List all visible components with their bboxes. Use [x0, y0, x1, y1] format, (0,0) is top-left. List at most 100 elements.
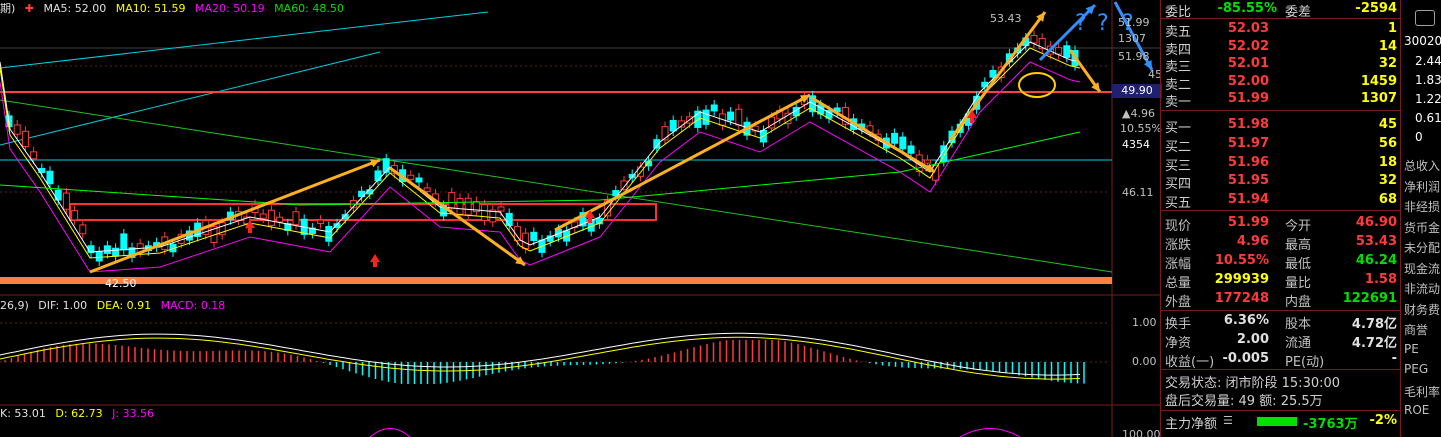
- finance-menu-item[interactable]: 现金流: [1404, 260, 1440, 277]
- finance-axis-value: 0: [1415, 130, 1423, 144]
- finance-menu-item[interactable]: 商誉: [1404, 321, 1428, 338]
- ask-price: 52.01: [1227, 56, 1269, 72]
- finance-menu-item[interactable]: 总收入: [1404, 157, 1440, 174]
- ma-toggle-icon[interactable]: ✚: [25, 2, 34, 15]
- stat-label: 涨幅: [1165, 257, 1192, 272]
- bid-price: 51.98: [1227, 117, 1269, 132]
- list-icon[interactable]: ☰: [1223, 414, 1233, 427]
- stat-value: 299939: [1214, 272, 1269, 287]
- ma-legend-bar: 期) ✚ MA5: 52.00 MA10: 51.59 MA20: 50.19 …: [0, 0, 350, 15]
- candle: [989, 69, 997, 78]
- monitor-icon[interactable]: [1415, 10, 1435, 26]
- ask-level-label: 卖一: [1165, 95, 1192, 111]
- ask-row[interactable]: 卖二 52.00 1459: [1161, 73, 1401, 93]
- stat-label: 最高: [1285, 238, 1312, 253]
- k-label: K: 53.01: [0, 407, 46, 420]
- candle: [95, 251, 103, 262]
- macd-legend-bar: 26,9) DIF: 1.00 DEA: 0.91 MACD: 0.18: [0, 299, 231, 312]
- bid-row[interactable]: 买二 51.97 56: [1161, 135, 1401, 155]
- stat-row: 总量 299939 量比 1.58: [1161, 272, 1401, 291]
- stat-label: 外盘: [1165, 295, 1192, 310]
- kline-chart-canvas[interactable]: ???: [0, 0, 1160, 437]
- finance-menu-item[interactable]: ROE: [1404, 403, 1429, 417]
- quote-panel: 委比 -85.55% 委差 -2594 卖五 52.03 1 卖四 52.02 14 卖三 5…: [1160, 0, 1401, 437]
- finance-menu-item[interactable]: 净利润: [1404, 178, 1440, 195]
- candle: [374, 170, 382, 182]
- ask-row[interactable]: 卖四 52.02 14: [1161, 39, 1401, 58]
- stat-value: -: [1391, 351, 1397, 366]
- ask-price: 51.99: [1227, 91, 1269, 107]
- candle: [735, 108, 743, 126]
- finance-axis-value: 1.22: [1415, 92, 1441, 106]
- finance-menu-item[interactable]: 财务费: [1404, 301, 1440, 318]
- candle: [497, 206, 505, 212]
- finance-menu-item[interactable]: 非流动: [1404, 280, 1440, 297]
- ask-row[interactable]: 卖一 51.99 1307: [1161, 91, 1401, 111]
- finance-menu-item[interactable]: 未分配: [1404, 239, 1440, 256]
- kline-chart-area[interactable]: ??? 期) ✚ MA5: 52.00 MA10: 51.59 MA20: 50…: [0, 0, 1162, 437]
- candle: [13, 124, 21, 135]
- stat-label: 收益(一): [1165, 355, 1215, 370]
- divider: [1161, 310, 1401, 311]
- stat-label: 净资: [1165, 336, 1192, 351]
- bid-row[interactable]: 买一 51.98 45: [1161, 117, 1401, 136]
- finance-menu-item[interactable]: 非经损: [1404, 198, 1440, 215]
- stat-row: 净资 2.00 流通 4.72亿: [1161, 332, 1401, 351]
- kdj-j-line: [369, 428, 1021, 437]
- ask-row[interactable]: 卖五 52.03 1: [1161, 21, 1401, 40]
- candle: [415, 177, 423, 183]
- flow-bar: [1257, 417, 1297, 426]
- finance-menu-item[interactable]: 货币金: [1404, 219, 1440, 236]
- candle: [382, 158, 390, 173]
- divider: [1161, 210, 1401, 211]
- j-label: J: 33.56: [112, 407, 155, 420]
- stat-label: PE(动): [1285, 355, 1325, 370]
- candle: [522, 232, 530, 250]
- stat-value: -0.005: [1222, 351, 1269, 366]
- stat-label: 量比: [1285, 276, 1312, 291]
- finance-menu-item[interactable]: 毛利率: [1404, 383, 1440, 400]
- question-mark: ?: [1097, 11, 1109, 36]
- candle: [325, 225, 333, 242]
- stat-value: 10.55%: [1214, 253, 1269, 268]
- candle: [1030, 35, 1038, 44]
- bid-price: 51.97: [1227, 135, 1269, 151]
- ask-level-label: 卖二: [1165, 77, 1192, 93]
- candle: [702, 109, 710, 125]
- candle: [62, 192, 70, 210]
- ask-row[interactable]: 卖三 52.01 32: [1161, 56, 1401, 75]
- bid-price: 51.96: [1227, 154, 1269, 170]
- ask-price: 52.03: [1227, 21, 1269, 36]
- high-price-label: 53.43: [990, 12, 1022, 25]
- divider: [1161, 410, 1401, 411]
- finance-menu-item[interactable]: PEG: [1404, 362, 1428, 376]
- stat-row: 现价 51.99 今开 46.90: [1161, 215, 1401, 234]
- stat-row: 收益(一) -0.005 PE(动) -: [1161, 351, 1401, 370]
- ask-price: 52.00: [1227, 73, 1269, 89]
- weibi-value: -85.55%: [1217, 1, 1277, 16]
- axis-price-3: 51.98: [1118, 50, 1150, 63]
- stat-label: 换手: [1165, 317, 1192, 332]
- bid-level-label: 买五: [1165, 196, 1192, 212]
- finance-menu-item[interactable]: PE: [1404, 342, 1419, 356]
- stat-value: 4.96: [1236, 234, 1269, 249]
- bid-price: 51.95: [1227, 173, 1269, 189]
- finance-axis-value: 0.61: [1415, 111, 1441, 125]
- bid-row[interactable]: 买四 51.95 32: [1161, 173, 1401, 192]
- stat-label: 内盘: [1285, 295, 1312, 310]
- dea-label: DEA: 0.91: [96, 299, 152, 312]
- consolidation-box: [69, 203, 657, 221]
- candle: [1055, 47, 1063, 55]
- bid-row[interactable]: 买五 51.94 68: [1161, 192, 1401, 212]
- candle: [481, 204, 489, 221]
- bid-level-label: 买二: [1165, 139, 1192, 155]
- stat-label: 总量: [1165, 276, 1192, 291]
- trend-arrow: [554, 93, 811, 232]
- divider: [1161, 110, 1401, 111]
- ask-level-label: 卖四: [1165, 42, 1192, 58]
- stat-row: 换手 6.36% 股本 4.78亿: [1161, 313, 1401, 332]
- bid-row[interactable]: 买三 51.96 18: [1161, 154, 1401, 174]
- stat-value: 46.24: [1355, 253, 1397, 268]
- bid-volume: 56: [1378, 135, 1397, 151]
- ask-level-label: 卖五: [1165, 25, 1192, 40]
